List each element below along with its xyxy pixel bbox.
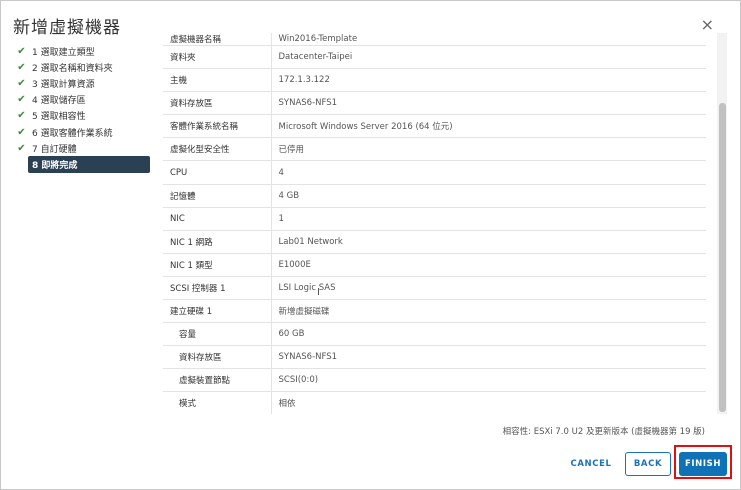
- vertical-scrollbar[interactable]: [717, 33, 727, 414]
- close-icon[interactable]: ×: [701, 17, 714, 33]
- row-key: 客體作業系統名稱: [163, 114, 272, 139]
- table-row: 虛擬化型安全性 已停用: [163, 137, 706, 162]
- dialog-title: 新增虛擬機器: [13, 18, 121, 38]
- table-row: SCSI 控制器 1 LSI Logic SAS: [163, 276, 706, 301]
- wizard-step-label: 6 選取客體作業系統: [32, 128, 113, 139]
- wizard-step-1[interactable]: ✔ 1 選取建立類型: [16, 43, 156, 59]
- row-value: Datacenter-Taipei: [271, 45, 706, 70]
- row-key: 虛擬化型安全性: [163, 137, 272, 162]
- wizard-step-label: 5 選取相容性: [32, 112, 86, 123]
- row-value: SCSI(0:0): [271, 368, 706, 393]
- wizard-step-8-active[interactable]: 8 即將完成: [28, 156, 150, 173]
- row-value: Lab01 Network: [271, 230, 706, 254]
- scrollbar-thumb[interactable]: [719, 103, 726, 412]
- row-value: 已停用: [271, 137, 706, 162]
- wizard-step-label: 2 選取名稱和資料夾: [32, 63, 113, 74]
- summary-table: 虛擬機器名稱 Win2016-Template 資料夾 Datacenter-Tai…: [163, 33, 706, 414]
- wizard-step-5[interactable]: ✔ 5 選取相容性: [16, 108, 156, 124]
- table-row: 建立硬碟 1 新增虛擬磁碟: [163, 299, 706, 324]
- row-value: 新增虛擬磁碟: [271, 299, 706, 324]
- row-key: 虛擬裝置節點: [163, 368, 272, 393]
- row-value: E1000E: [271, 253, 706, 277]
- row-value: 1: [271, 207, 706, 231]
- table-row: NIC 1: [163, 207, 706, 231]
- check-icon: ✔: [17, 45, 26, 57]
- row-key: 資料存放區: [163, 91, 272, 116]
- row-value: 4 GB: [271, 184, 706, 208]
- table-row: 資料存放區 SYNAS6-NFS1: [163, 91, 706, 116]
- row-key: 資料存放區: [163, 345, 272, 370]
- row-value: SYNAS6-NFS1: [271, 345, 706, 370]
- wizard-step-label: 3 選取計算資源: [32, 79, 95, 90]
- row-value: SYNAS6-NFS1: [271, 91, 706, 116]
- check-icon: ✔: [17, 142, 26, 154]
- row-key: 資料夾: [163, 45, 272, 70]
- cancel-button[interactable]: CANCEL: [566, 453, 616, 475]
- row-value: 60 GB: [271, 322, 706, 347]
- wizard-step-4[interactable]: ✔ 4 選取儲存區: [16, 92, 156, 108]
- finish-button[interactable]: FINISH: [679, 452, 727, 476]
- wizard-step-label: 7 自訂硬體: [32, 144, 77, 155]
- table-row: 主機 172.1.3.122: [163, 68, 706, 93]
- row-value: 172.1.3.122: [271, 68, 706, 93]
- check-icon: ✔: [17, 94, 26, 106]
- new-vm-dialog: 新增虛擬機器 × ✔ 1 選取建立類型 ✔ 2 選取名稱和資料夾 ✔ 3 選取計算資源…: [0, 0, 741, 490]
- table-row: 模式 相依: [163, 391, 706, 414]
- wizard-step-3[interactable]: ✔ 3 選取計算資源: [16, 75, 156, 91]
- row-key: NIC 1 類型: [163, 253, 272, 277]
- table-row: NIC 1 網路 Lab01 Network: [163, 230, 706, 254]
- row-key: NIC 1 網路: [163, 230, 272, 254]
- row-value: LSI Logic SAS: [271, 276, 706, 301]
- table-row: 虛擬裝置節點 SCSI(0:0): [163, 368, 706, 393]
- row-key: CPU: [163, 160, 272, 185]
- row-key: 記憶體: [163, 184, 272, 208]
- wizard-steps: ✔ 1 選取建立類型 ✔ 2 選取名稱和資料夾 ✔ 3 選取計算資源 ✔ 4 選取儲存區…: [16, 43, 156, 173]
- row-key: NIC: [163, 207, 272, 231]
- table-row: NIC 1 類型 E1000E: [163, 253, 706, 277]
- row-value: 相依: [271, 391, 706, 414]
- text-cursor-icon: I: [317, 287, 320, 298]
- wizard-step-6[interactable]: ✔ 6 選取客體作業系統: [16, 124, 156, 140]
- back-button[interactable]: BACK: [625, 452, 671, 476]
- check-icon: ✔: [17, 61, 26, 73]
- table-row: 資料存放區 SYNAS6-NFS1: [163, 345, 706, 370]
- wizard-step-label: 8 即將完成: [32, 160, 78, 171]
- row-key: 建立硬碟 1: [163, 299, 272, 324]
- check-icon: ✔: [17, 110, 26, 122]
- wizard-step-label: 4 選取儲存區: [32, 96, 86, 107]
- wizard-step-label: 1 選取建立類型: [32, 47, 95, 58]
- row-key: 主機: [163, 68, 272, 93]
- check-icon: ✔: [17, 77, 26, 89]
- table-row: 虛擬機器名稱 Win2016-Template: [163, 33, 706, 46]
- table-row: 客體作業系統名稱 Microsoft Windows Server 2016 (6…: [163, 114, 706, 139]
- row-key: 模式: [163, 391, 272, 414]
- row-key: 虛擬機器名稱: [163, 33, 272, 46]
- wizard-step-2[interactable]: ✔ 2 選取名稱和資料夾: [16, 59, 156, 75]
- row-key: SCSI 控制器 1: [163, 276, 272, 301]
- row-value: Microsoft Windows Server 2016 (64 位元): [271, 114, 706, 139]
- row-key: 容量: [163, 322, 272, 347]
- row-value: Win2016-Template: [271, 33, 706, 46]
- table-row: CPU 4: [163, 160, 706, 185]
- table-row: 容量 60 GB: [163, 322, 706, 347]
- table-row: 資料夾 Datacenter-Taipei: [163, 45, 706, 70]
- table-row: 記憶體 4 GB: [163, 184, 706, 208]
- row-value: 4: [271, 160, 706, 185]
- compatibility-note: 相容性: ESXi 7.0 U2 及更新版本 (虛擬機器第 19 版): [502, 427, 705, 437]
- wizard-step-7[interactable]: ✔ 7 自訂硬體: [16, 140, 156, 156]
- check-icon: ✔: [17, 126, 26, 138]
- summary-table-scroll[interactable]: 虛擬機器名稱 Win2016-Template 資料夾 Datacenter-Tai…: [163, 33, 716, 414]
